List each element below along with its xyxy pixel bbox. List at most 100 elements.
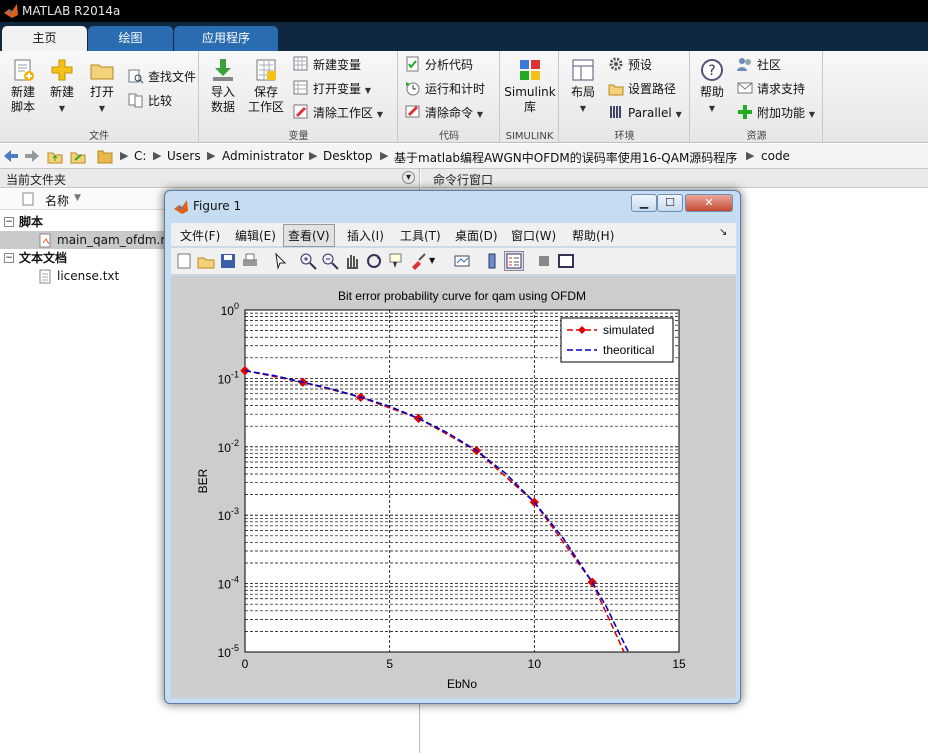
compare-button[interactable]: 比较 <box>128 91 172 111</box>
new-button[interactable]: 新建 ▼ <box>46 57 78 116</box>
legend-icon[interactable] <box>504 251 524 271</box>
community-button[interactable]: 社区 <box>737 55 781 75</box>
breadcrumb-item[interactable]: Users <box>167 149 201 163</box>
show-plot-tools-icon[interactable] <box>557 252 575 270</box>
import-data-button[interactable]: 导入 数据 <box>206 57 240 115</box>
current-folder-header: 当前文件夹 ▾ <box>0 169 419 188</box>
menu-tools[interactable]: 工具(T) <box>400 227 441 244</box>
figure-title: Figure 1 <box>193 199 242 213</box>
chevron-down-icon: ▼ <box>675 110 682 119</box>
save-workspace-button[interactable]: 保存 工作区 <box>246 57 286 115</box>
preferences-label: 预设 <box>628 58 653 72</box>
set-path-button[interactable]: 设置路径 <box>608 79 676 99</box>
breadcrumb-separator: ▶ <box>153 149 162 162</box>
pan-hand-icon[interactable] <box>343 252 361 270</box>
breadcrumb-item[interactable]: C: <box>134 149 146 163</box>
clear-commands-button[interactable]: 清除命令 ▼ <box>405 103 483 123</box>
y-axis-label: BER <box>196 468 210 493</box>
browse-folder-icon[interactable] <box>70 148 86 164</box>
figure-menu-bar: 文件(F) 编辑(E) 查看(V) 插入(I) 工具(T) 桌面(D) 窗口(W… <box>171 223 736 247</box>
close-button[interactable]: ✕ <box>685 194 733 212</box>
community-label: 社区 <box>757 58 782 72</box>
help-button[interactable]: ? 帮助 ▼ <box>695 57 729 116</box>
breadcrumb-item[interactable]: Desktop <box>323 149 373 163</box>
x-tick-label: 10 <box>528 657 542 671</box>
back-arrow-icon[interactable] <box>3 148 19 164</box>
file-name: license.txt <box>57 269 120 283</box>
compare-icon <box>128 93 143 108</box>
tab-home[interactable]: 主页 <box>2 26 87 51</box>
new-variable-button[interactable]: 新建变量 <box>293 55 361 75</box>
breadcrumb-item[interactable]: Administrator <box>222 149 304 163</box>
save-label-1: 保存 <box>253 85 278 99</box>
analyze-code-button[interactable]: 分析代码 <box>405 55 473 75</box>
run-and-time-button[interactable]: 运行和计时 <box>405 79 485 99</box>
breadcrumb-item[interactable]: 基于matlab编程AWGN中OFDM的误码率使用16-QAM源码程序 <box>394 149 737 166</box>
find-files-button[interactable]: 查找文件 <box>128 67 196 87</box>
ber-chart[interactable]: 0 5 10 15 100 10-1 10-2 10-3 10-4 10-5 Bit error p… <box>171 276 736 698</box>
colorbar-icon[interactable] <box>483 252 501 270</box>
layout-icon <box>572 59 594 81</box>
environment-group: 布局 ▼ 预设 设置路径 Parallel ▼ 环境 <box>560 51 690 143</box>
new-script-button[interactable]: 新建 脚本 <box>6 57 40 115</box>
simulink-library-button[interactable]: Simulink 库 <box>503 57 557 115</box>
menu-view[interactable]: 查看(V) <box>283 224 335 247</box>
dock-arrow-icon[interactable]: ↘ <box>719 227 727 238</box>
current-folder-title: 当前文件夹 <box>6 173 67 187</box>
link-plot-icon[interactable] <box>453 252 471 270</box>
preferences-button[interactable]: 预设 <box>608 55 652 75</box>
zoom-in-icon[interactable] <box>299 252 317 270</box>
tab-apps[interactable]: 应用程序 <box>174 26 278 51</box>
menu-desktop[interactable]: 桌面(D) <box>455 227 498 244</box>
run-and-time-icon <box>406 82 420 96</box>
folder-open-icon <box>90 64 114 80</box>
resources-group: ? 帮助 ▼ 社区 请求支持 附加功能 ▼ 资源 <box>691 51 823 143</box>
clear-workspace-button[interactable]: 清除工作区 ▼ <box>293 103 383 123</box>
menu-file[interactable]: 文件(F) <box>180 227 220 244</box>
layout-button[interactable]: 布局 ▼ <box>566 57 600 116</box>
panel-menu-icon[interactable]: ▾ <box>402 171 415 184</box>
forward-arrow-icon[interactable] <box>24 148 40 164</box>
data-cursor-icon[interactable] <box>387 252 405 270</box>
menu-window[interactable]: 窗口(W) <box>511 227 556 244</box>
request-support-button[interactable]: 请求支持 <box>737 79 805 99</box>
brush-icon[interactable] <box>409 252 427 270</box>
open-variable-button[interactable]: 打开变量 ▼ <box>293 79 371 99</box>
breadcrumb-item[interactable]: code <box>761 149 790 163</box>
menu-help[interactable]: 帮助(H) <box>572 227 614 244</box>
collapse-icon[interactable]: − <box>4 217 14 227</box>
text-file-icon <box>39 269 51 284</box>
print-icon[interactable] <box>241 252 259 270</box>
simulink-label-1: Simulink <box>504 85 556 99</box>
figure-window[interactable]: Figure 1 ▁ ☐ ✕ 文件(F) 编辑(E) 查看(V) 插入(I) 工… <box>164 190 741 704</box>
ribbon: 新建 脚本 新建 ▼ 打开 ▼ 查找文件 比较 文件 导入 数据 保存 工作区 新建变量 <box>0 51 928 143</box>
plot-area[interactable]: 0 5 10 15 100 10-1 10-2 10-3 10-4 10-5 Bit error p… <box>171 276 736 698</box>
chevron-down-icon[interactable]: ▼ <box>429 256 435 265</box>
save-icon[interactable] <box>219 252 237 270</box>
collapse-icon[interactable]: − <box>4 253 14 263</box>
parallel-button[interactable]: Parallel ▼ <box>608 103 682 123</box>
file-group-label: 文件 <box>89 131 109 142</box>
new-variable-icon <box>293 56 308 71</box>
help-icon: ? <box>701 59 723 81</box>
maximize-button[interactable]: ☐ <box>657 194 683 212</box>
new-figure-icon[interactable] <box>175 252 193 270</box>
menu-insert[interactable]: 插入(I) <box>347 227 384 244</box>
tab-plots[interactable]: 绘图 <box>88 26 173 51</box>
addons-button[interactable]: 附加功能 ▼ <box>737 103 815 123</box>
minimize-button[interactable]: ▁ <box>631 194 657 212</box>
hide-plot-tools-icon[interactable] <box>535 252 553 270</box>
addons-label: 附加功能 <box>757 106 806 120</box>
up-folder-icon[interactable] <box>47 148 63 164</box>
zoom-out-icon[interactable] <box>321 252 339 270</box>
run-and-time-label: 运行和计时 <box>425 82 486 96</box>
rotate-3d-icon[interactable] <box>365 252 383 270</box>
menu-edit[interactable]: 编辑(E) <box>235 227 276 244</box>
new-script-icon <box>14 59 34 81</box>
open-button[interactable]: 打开 ▼ <box>86 57 118 116</box>
open-file-icon[interactable] <box>197 252 215 270</box>
address-bar: ▶ C: ▶ Users ▶ Administrator ▶ Desktop ▶… <box>0 144 928 169</box>
pointer-icon[interactable] <box>271 252 289 270</box>
simulink-group-label: SIMULINK <box>505 131 554 142</box>
matlab-logo-icon <box>4 4 18 18</box>
